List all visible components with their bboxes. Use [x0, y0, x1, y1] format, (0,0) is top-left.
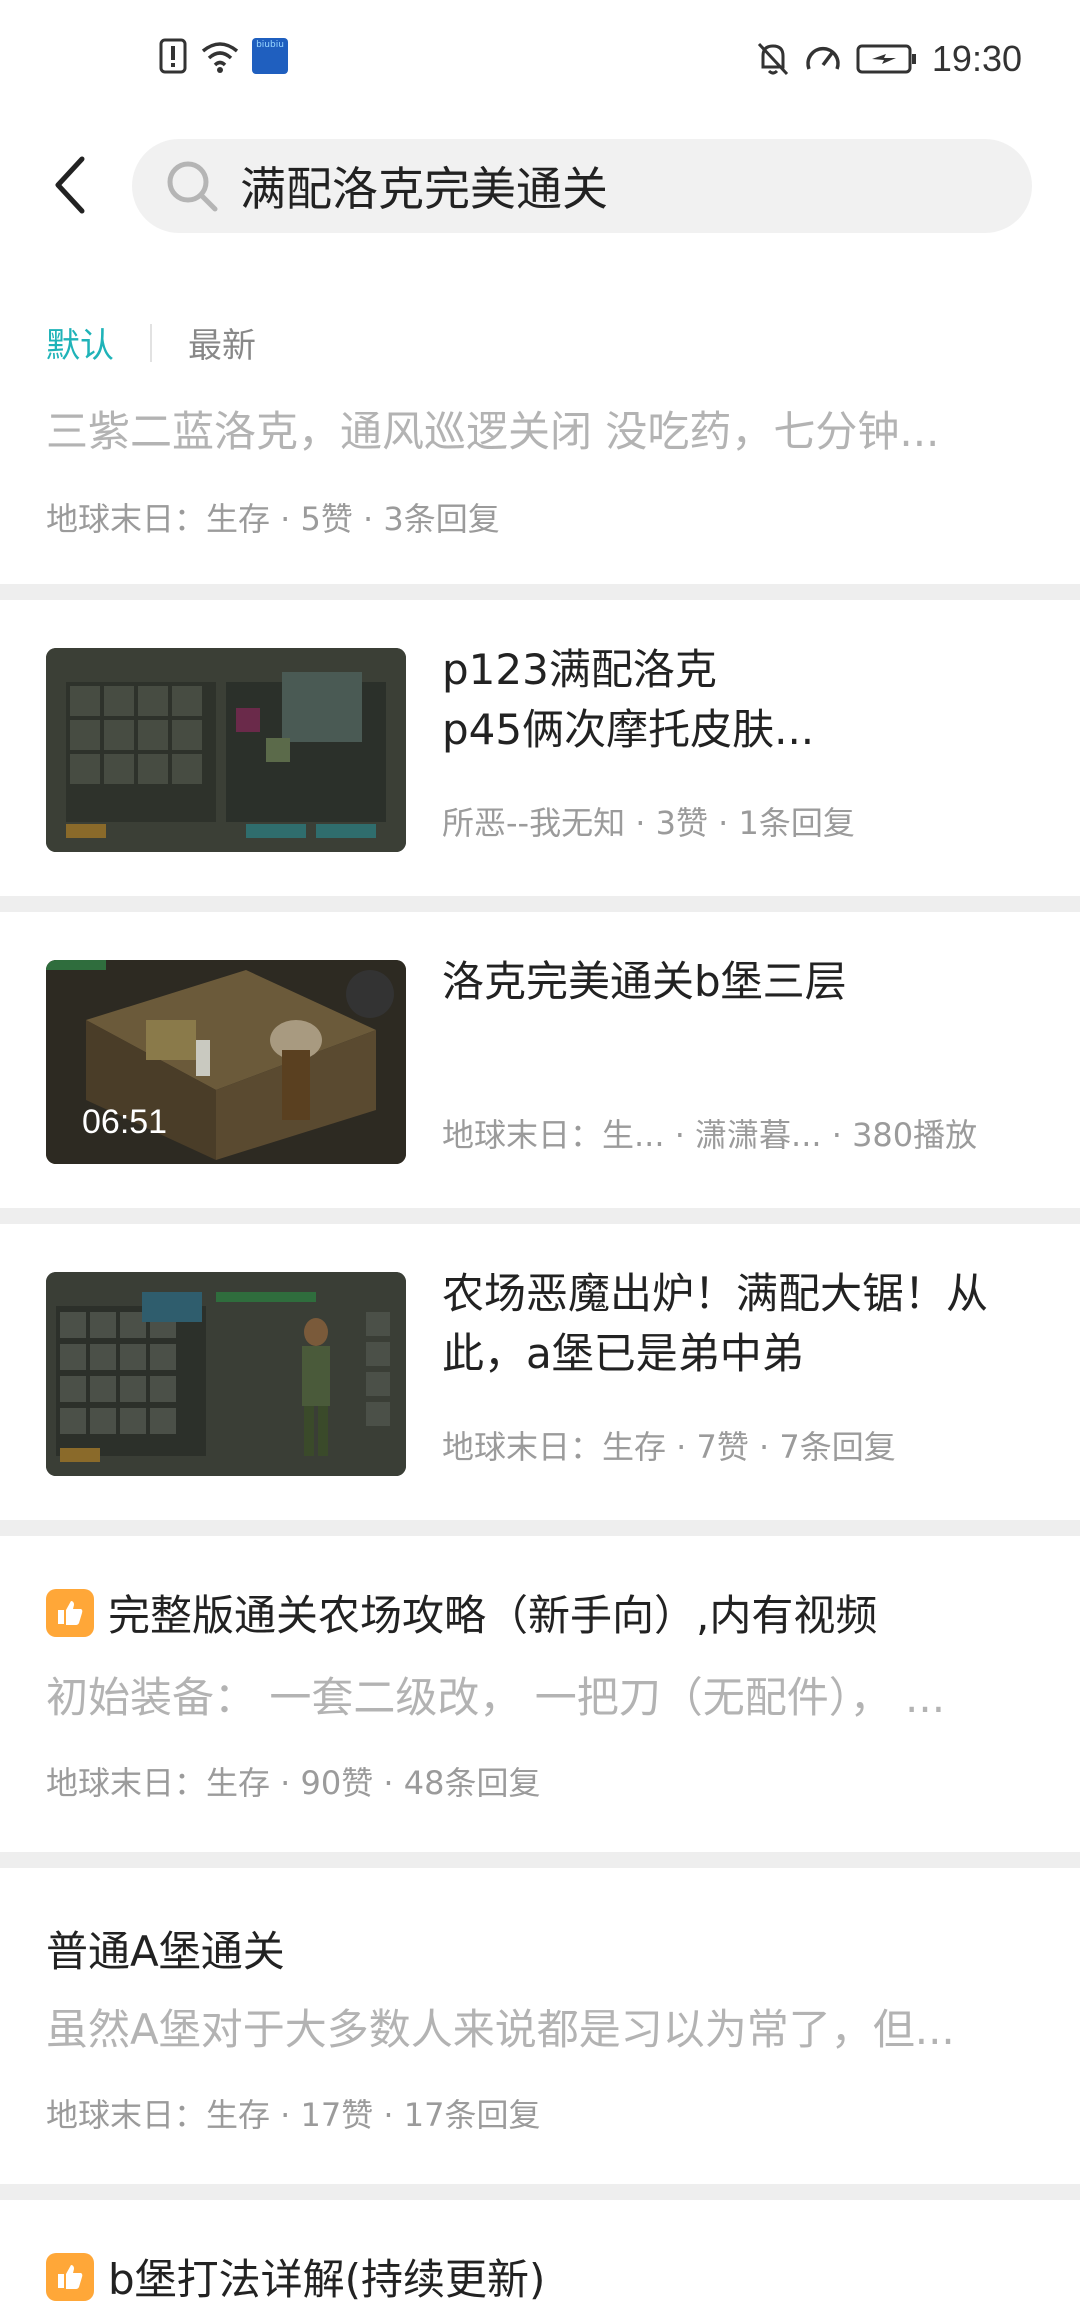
result-card[interactable]: 农场恶魔出炉！满配大锯！从此，a堡已是弟中弟 地球末日：生存 · 7赞 · 7条… — [0, 1224, 1080, 1520]
search-header — [0, 130, 1080, 240]
text-result-card[interactable]: b堡打法详解(持续更新) — [0, 2200, 1080, 2310]
divider — [0, 2184, 1080, 2200]
wifi-icon — [201, 42, 239, 73]
result-meta: 地球末日：生... · 潇潇暮... · 380播放 — [442, 1116, 978, 1154]
back-arrow-icon — [55, 156, 85, 214]
video-duration: 06:51 — [82, 1103, 168, 1141]
divider — [0, 1208, 1080, 1224]
bell-off-icon — [757, 42, 789, 76]
thumbs-up-icon — [46, 2252, 94, 2301]
result-title: 洛克完美通关b堡三层 — [442, 957, 847, 1006]
result-meta: 地球末日：生存 · 7赞 · 7条回复 — [442, 1428, 896, 1466]
character-inventory-image — [46, 1272, 406, 1476]
search-icon — [164, 158, 220, 214]
tab-divider — [150, 323, 152, 362]
result-title-row: b堡打法详解(持续更新) — [46, 2246, 545, 2307]
result-meta: 所恶--我无知 · 3赞 · 1条回复 — [442, 804, 855, 842]
result-title-row: 完整版通关农场攻略（新手向）,内有视频 — [46, 1582, 877, 1643]
divider — [0, 1852, 1080, 1868]
result-title: 农场恶魔出炉！满配大锯！从此，a堡已是弟中弟 — [442, 1269, 989, 1378]
divider — [0, 1520, 1080, 1536]
result-thumbnail — [46, 1272, 406, 1476]
speed-icon — [806, 46, 840, 70]
result-snippet: 初始装备： 一套二级改， 一把刀（无配件）， ... — [46, 1673, 946, 1722]
thumbs-up-icon — [46, 1588, 94, 1637]
text-result-card[interactable]: 完整版通关农场攻略（新手向）,内有视频 初始装备： 一套二级改， 一把刀（无配件… — [0, 1536, 1080, 1852]
result-snippet[interactable]: 三紫二蓝洛克，通风巡逻关闭 没吃药，七分钟... — [46, 398, 1036, 459]
divider — [0, 896, 1080, 912]
result-card[interactable]: p123满配洛克 p45俩次摩托皮肤... 所恶--我无知 · 3赞 · 1条回… — [0, 600, 1080, 896]
battery-icon — [856, 44, 916, 74]
app-notification-icon: biubiu — [252, 38, 288, 74]
back-button[interactable] — [40, 152, 100, 218]
video-result-card[interactable]: 06:51 洛克完美通关b堡三层 地球末日：生... · 潇潇暮... · 38… — [0, 912, 1080, 1208]
status-right: 19:30 — [756, 38, 1022, 80]
video-thumbnail: 06:51 — [46, 960, 406, 1164]
sort-tabs: 默认 最新 — [46, 318, 256, 367]
tab-default[interactable]: 默认 — [46, 318, 114, 367]
result-title: b堡打法详解(持续更新) — [108, 2255, 546, 2304]
divider — [0, 584, 1080, 600]
text-result-card[interactable]: 普通A堡通关 虽然A堡对于大多数人来说都是习以为常了，但... 地球末日：生存 … — [0, 1868, 1080, 2184]
result-snippet: 虽然A堡对于大多数人来说都是习以为常了，但... — [46, 2005, 955, 2054]
result-meta: 地球末日：生存 · 17赞 · 17条回复 — [46, 2096, 541, 2134]
inventory-screenshot-image — [46, 648, 406, 852]
search-input[interactable] — [240, 159, 1000, 213]
tab-latest[interactable]: 最新 — [188, 318, 256, 367]
alert-icon — [159, 38, 187, 74]
result-meta: 地球末日：生存 · 5赞 · 3条回复 — [46, 500, 500, 538]
result-thumbnail — [46, 648, 406, 852]
result-title: 完整版通关农场攻略（新手向）,内有视频 — [108, 1591, 878, 1640]
result-title: 普通A堡通关 — [46, 1927, 285, 1976]
search-bar[interactable] — [132, 139, 1032, 233]
clock: 19:30 — [931, 38, 1022, 79]
result-title: p123满配洛克 p45俩次摩托皮肤... — [442, 645, 815, 754]
status-left: biubiu — [158, 38, 288, 74]
result-meta: 地球末日：生存 · 90赞 · 48条回复 — [46, 1764, 541, 1802]
status-bar: biubiu 19:30 — [0, 0, 1080, 120]
result-title-row: 普通A堡通关 — [46, 1918, 285, 1979]
